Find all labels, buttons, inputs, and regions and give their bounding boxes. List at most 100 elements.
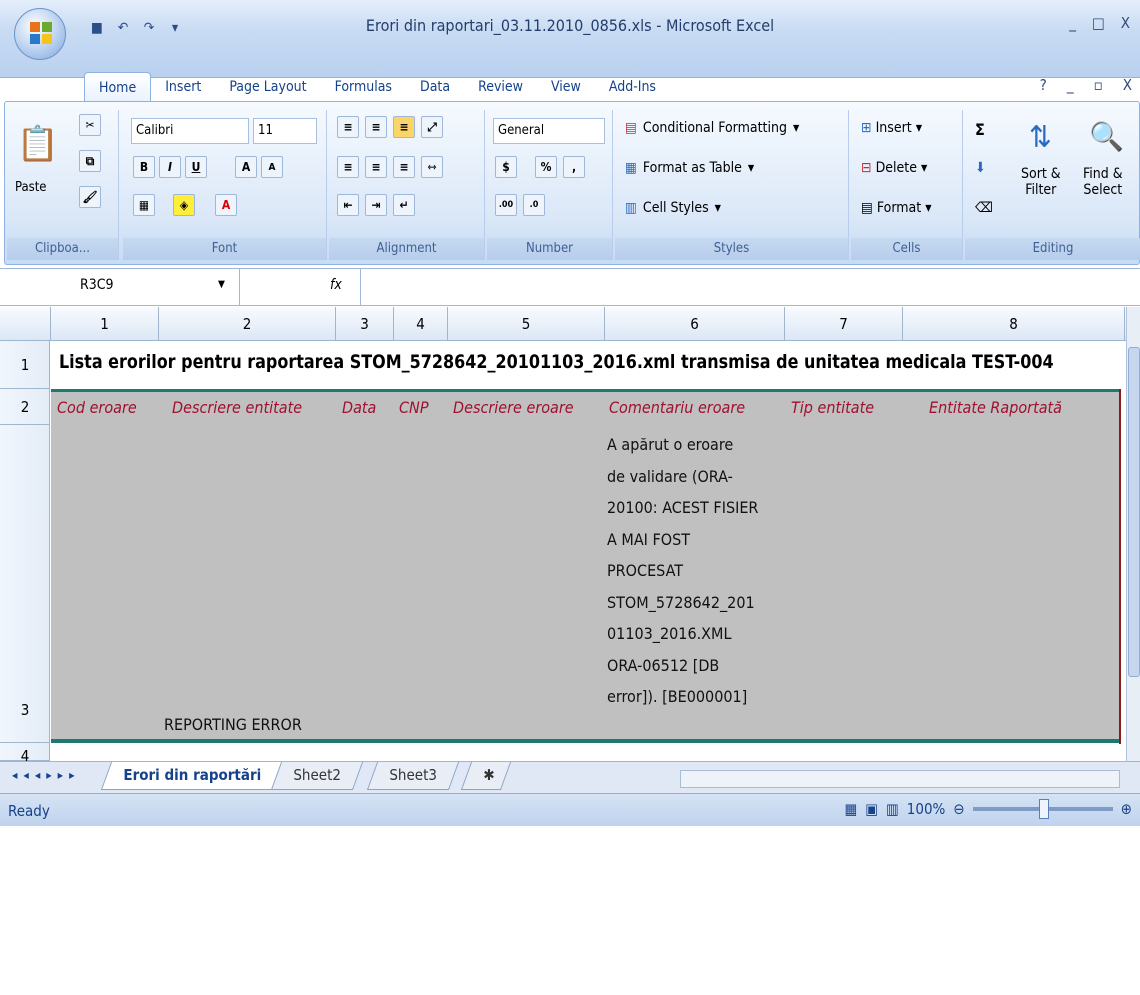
decrease-indent-icon[interactable]: ⇤ [337,194,359,216]
column-header-8[interactable]: 8 [903,307,1125,341]
find-select-button[interactable]: Find & Select [1083,166,1123,198]
row-header-1[interactable]: 1 [0,341,50,389]
align-top-icon[interactable]: ≡ [337,116,359,138]
zoom-out-icon[interactable]: ⊖ [953,800,964,818]
header-tip-entitate[interactable]: Tip entitate [791,398,874,417]
name-box-dropdown-icon[interactable]: ▼ [218,279,225,290]
tab-home[interactable]: Home [84,72,152,102]
row-header-4[interactable]: 4 [0,743,50,765]
tab-add-ins[interactable]: Add-Ins [595,72,670,102]
align-bottom-icon[interactable]: ≡ [393,116,415,138]
italic-button[interactable]: I [159,156,181,178]
workbook-restore-icon[interactable]: ▫ [1094,76,1103,94]
align-left-icon[interactable]: ≡ [337,156,359,178]
sheet-tab-sheet2[interactable]: Sheet2 [270,762,363,790]
header-descriere-entitate[interactable]: Descriere entitate [172,398,302,417]
merge-center-icon[interactable]: ⇿ [421,156,443,178]
cell-styles-button[interactable]: ▥ Cell Styles ▾ [625,200,721,216]
currency-button[interactable]: $ [495,156,517,178]
clear-icon[interactable]: ⌫ [975,200,993,216]
format-painter-icon[interactable]: 🖌 [79,186,101,208]
vertical-scrollbar[interactable] [1126,307,1140,761]
maximize-icon[interactable]: □ [1092,14,1105,32]
page-break-view-icon[interactable]: ▥ [886,800,899,818]
tab-data[interactable]: Data [406,72,464,102]
wrap-text-icon[interactable]: ↵ [393,194,415,216]
close-icon[interactable]: X [1121,14,1130,32]
column-header-2[interactable]: 2 [159,307,336,341]
comma-button[interactable]: , [563,156,585,178]
zoom-slider[interactable] [972,799,1113,819]
increase-decimal-button[interactable]: .00 [495,194,517,216]
number-format-select[interactable]: General [493,118,605,144]
name-box[interactable]: R3C9 [0,269,240,305]
sheet-navigation-icons[interactable]: ◂◂◂▸▸▸ [12,768,81,782]
column-header-3[interactable]: 3 [336,307,394,341]
minimize-icon[interactable]: _ [1069,14,1076,32]
formula-input[interactable] [360,269,1130,305]
sheet-tab-erori[interactable]: Erori din raportări [100,762,284,790]
font-name-select[interactable]: Calibri [131,118,249,144]
sheet-tab-sheet3[interactable]: Sheet3 [366,762,459,790]
zoom-level[interactable]: 100% [907,800,946,818]
align-right-icon[interactable]: ≡ [393,156,415,178]
align-center-icon[interactable]: ≡ [365,156,387,178]
header-cod-eroare[interactable]: Cod eroare [57,398,137,417]
header-cnp[interactable]: CNP [399,398,429,417]
column-header-5[interactable]: 5 [448,307,605,341]
align-middle-icon[interactable]: ≡ [365,116,387,138]
comment-cell[interactable]: A apărut o eroare de validare (ORA- 2010… [607,429,787,713]
header-entitate-raportata[interactable]: Entitate Raportată [929,398,1062,417]
tab-insert[interactable]: Insert [151,72,215,102]
grow-font-button[interactable]: A [235,156,257,178]
copy-icon[interactable]: ⧉ [79,150,101,172]
function-icon[interactable]: fx [330,277,342,293]
autosum-button[interactable]: Σ [975,120,985,139]
cut-icon[interactable]: ✂ [79,114,101,136]
vertical-scroll-thumb[interactable] [1128,347,1140,677]
column-header-6[interactable]: 6 [605,307,785,341]
increase-indent-icon[interactable]: ⇥ [365,194,387,216]
fill-color-icon[interactable]: ◈ [173,194,195,216]
delete-cells-button[interactable]: ⊟ Delete ▾ [861,160,927,176]
normal-view-icon[interactable]: ▦ [845,800,858,818]
worksheet-grid[interactable]: Lista erorilor pentru raportarea STOM_57… [51,341,1125,761]
header-comentariu-eroare[interactable]: Comentariu eroare [609,398,745,417]
row-header-3[interactable]: 3 [0,425,50,743]
header-descriere-eroare[interactable]: Descriere eroare [453,398,574,417]
report-title-cell[interactable]: Lista erorilor pentru raportarea STOM_57… [59,351,1054,373]
fill-icon[interactable]: ⬇ [975,160,986,176]
bold-button[interactable]: B [133,156,155,178]
insert-sheet-icon[interactable]: ✱ [460,762,512,790]
insert-cells-button[interactable]: ⊞ Insert ▾ [861,120,922,136]
workbook-close-icon[interactable]: X [1123,76,1132,94]
header-data[interactable]: Data [342,398,376,417]
zoom-in-icon[interactable]: ⊕ [1121,800,1132,818]
percent-button[interactable]: % [535,156,557,178]
orientation-icon[interactable]: ⤢ [421,116,443,138]
tab-page-layout[interactable]: Page Layout [215,72,320,102]
tab-review[interactable]: Review [464,72,537,102]
borders-icon[interactable]: ▦ [133,194,155,216]
paste-button[interactable]: 📋 [13,114,63,174]
decrease-decimal-button[interactable]: .0 [523,194,545,216]
format-as-table-button[interactable]: ▦ Format as Table ▾ [625,160,754,176]
column-header-1[interactable]: 1 [51,307,159,341]
underline-button[interactable]: U [185,156,207,178]
conditional-formatting-button[interactable]: ▤ Conditional Formatting ▾ [625,120,799,136]
select-all-corner[interactable] [0,307,51,341]
workbook-minimize-icon[interactable]: _ [1067,76,1074,94]
font-size-select[interactable]: 11 [253,118,317,144]
sort-filter-button[interactable]: Sort & Filter [1021,166,1061,198]
horizontal-scrollbar[interactable] [680,770,1120,788]
zoom-slider-knob[interactable] [1038,799,1049,819]
row-header-2[interactable]: 2 [0,389,50,425]
tab-formulas[interactable]: Formulas [321,72,406,102]
tab-view[interactable]: View [537,72,595,102]
column-header-7[interactable]: 7 [785,307,903,341]
page-layout-view-icon[interactable]: ▣ [865,800,878,818]
format-cells-button[interactable]: ▤ Format ▾ [861,200,932,216]
help-icon[interactable]: ? [1040,76,1047,94]
shrink-font-button[interactable]: A [261,156,283,178]
reporting-error-cell[interactable]: REPORTING ERROR [164,715,302,734]
